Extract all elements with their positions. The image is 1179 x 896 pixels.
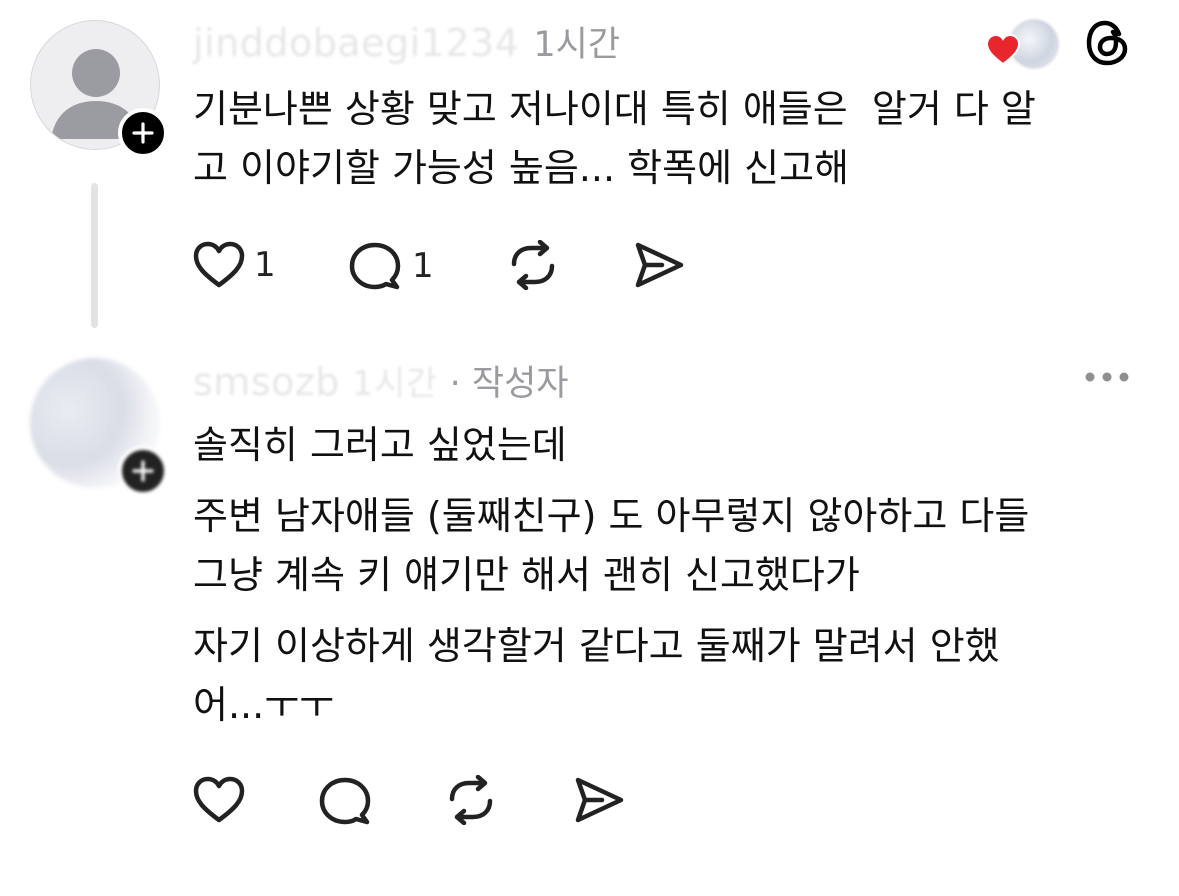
liked-by-indicator[interactable] — [984, 16, 1060, 72]
username-comment1[interactable]: jinddobaegi1234 — [193, 21, 519, 65]
comment2-paragraph-1: 솔직히 그러고 싶었는데 — [193, 423, 567, 467]
avatar-comment2[interactable] — [30, 358, 168, 496]
like-button[interactable]: 1 — [192, 240, 276, 290]
comment2-paragraph-2: 주변 남자애들 (둘째친구) 도 아무렇지 않아하고 다들 그냥 계속 키 얘기… — [193, 494, 1030, 597]
timestamp-comment1: 1시간 — [533, 25, 621, 65]
heart-icon — [986, 34, 1020, 66]
reply-count: 1 — [412, 246, 434, 286]
heart-icon — [193, 241, 245, 288]
share-button[interactable] — [632, 240, 686, 290]
comment1-body: 기분나쁜 상황 맞고 저나이대 특히 애들은 알거 다 알 고 이야기할 가능성… — [193, 87, 1036, 190]
username-comment2[interactable]: smsozb — [193, 360, 340, 404]
thread-line — [91, 183, 98, 328]
repost-button[interactable] — [506, 240, 560, 290]
author-tag: · 작성자 — [449, 364, 569, 404]
avatar-comment1[interactable] — [30, 20, 168, 158]
comment-icon — [349, 242, 401, 290]
like-button[interactable] — [192, 775, 246, 825]
reply-button[interactable]: 1 — [348, 240, 434, 292]
share-button[interactable] — [572, 775, 626, 825]
threads-logo-icon[interactable] — [1086, 20, 1130, 66]
follow-plus-icon[interactable] — [118, 108, 168, 158]
repost-icon — [449, 775, 493, 825]
repost-button[interactable] — [444, 775, 498, 825]
timestamp-comment2: 1시간 — [351, 364, 438, 404]
reply-button[interactable] — [318, 775, 374, 827]
share-icon — [575, 777, 624, 823]
follow-plus-icon[interactable] — [118, 446, 168, 496]
share-icon — [635, 242, 684, 288]
comment2-paragraph-3: 자기 이상하게 생각할거 같다고 둘째가 말려서 안했 어...ㅜㅜ — [193, 624, 1000, 727]
more-icon[interactable] — [1082, 366, 1132, 388]
like-count: 1 — [254, 245, 276, 285]
heart-icon — [193, 776, 245, 823]
repost-icon — [511, 240, 555, 290]
comment-icon — [319, 777, 371, 825]
